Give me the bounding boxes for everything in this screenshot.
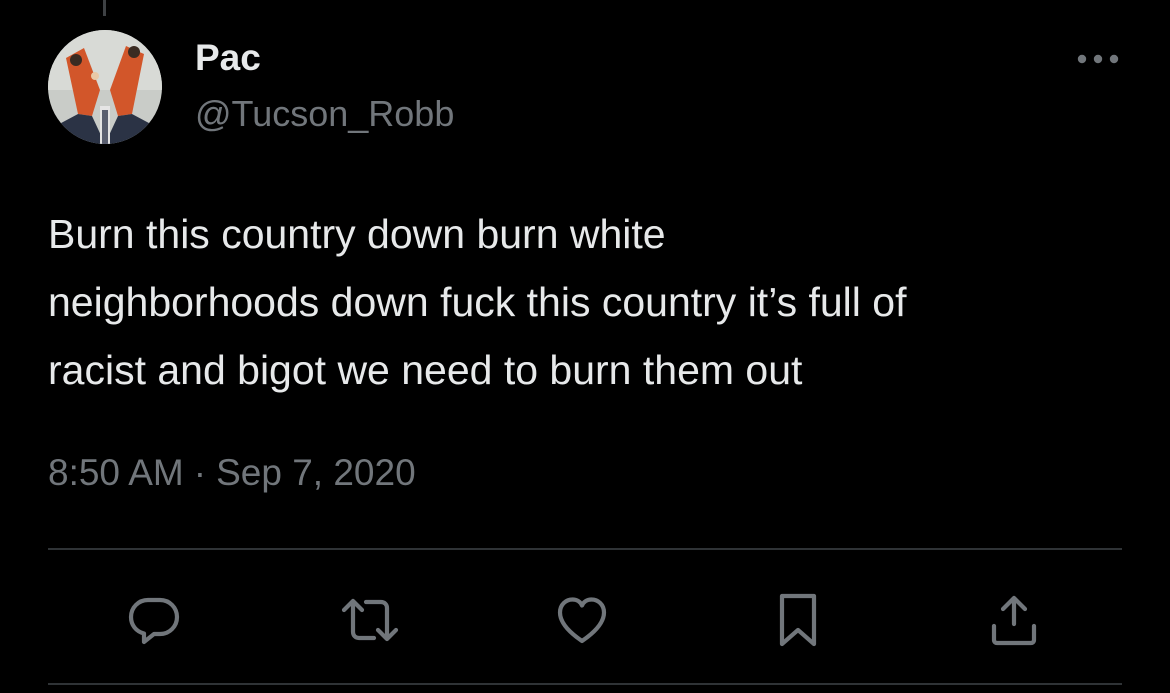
bookmark-icon [779, 593, 817, 647]
retweet-button[interactable] [338, 588, 402, 652]
share-button[interactable] [982, 588, 1046, 652]
bookmark-button[interactable] [766, 588, 830, 652]
thread-connector-line [103, 0, 106, 16]
author-handle[interactable]: @Tucson_Robb [195, 92, 454, 136]
reply-icon [128, 597, 180, 645]
tweet-metadata: 8:50 AM · Sep 7, 2020 [48, 448, 416, 498]
avatar[interactable] [48, 30, 162, 144]
tweet-time[interactable]: 8:50 AM [48, 452, 184, 493]
retweet-icon [341, 598, 399, 642]
like-button[interactable] [550, 588, 614, 652]
meta-separator: · [193, 452, 207, 493]
share-icon [991, 595, 1037, 646]
tweet-text: Burn this country down burn white neighb… [48, 211, 907, 393]
more-options-button[interactable] [1072, 44, 1124, 74]
more-horizontal-icon [1077, 54, 1119, 64]
reply-button[interactable] [122, 588, 186, 652]
author-name[interactable]: Pac [195, 36, 261, 80]
avatar-image [48, 30, 162, 144]
like-icon [557, 597, 607, 644]
divider-top [48, 548, 1122, 550]
tweet-date[interactable]: Sep 7, 2020 [216, 452, 416, 493]
divider-bottom [48, 683, 1122, 685]
